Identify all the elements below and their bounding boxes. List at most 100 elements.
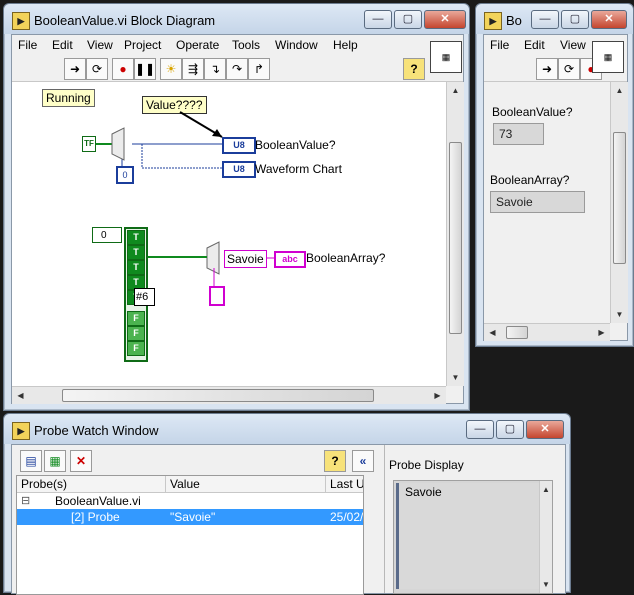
scroll-left-icon[interactable]: ◀ (484, 324, 501, 341)
column-header-probes[interactable]: Probe(s) (17, 476, 166, 492)
maximize-icon[interactable]: ▢ (496, 420, 524, 439)
select-output-string[interactable]: Savoie (224, 250, 267, 268)
delete-probe-icon[interactable]: ✕ (70, 450, 92, 472)
menu-edit[interactable]: Edit (52, 38, 73, 52)
minimize-icon[interactable]: — (466, 420, 494, 439)
probe-list-icon[interactable]: ▦ (44, 450, 66, 472)
diagram-horizontal-scrollbar[interactable]: ◀ ▶ (12, 386, 446, 404)
array-index-display[interactable]: 0 (92, 227, 122, 243)
menu-project[interactable]: Project (124, 38, 161, 52)
scroll-left-icon[interactable]: ◀ (12, 387, 29, 404)
array-element[interactable]: T (127, 260, 145, 275)
maximize-icon[interactable]: ▢ (561, 10, 589, 29)
highlight-execution-icon[interactable]: ☀ (160, 58, 182, 80)
boolean-constant[interactable]: TF (82, 136, 96, 152)
abort-icon[interactable]: ● (112, 58, 134, 80)
front-panel-vertical-scrollbar[interactable]: ▲ ▼ (610, 82, 628, 323)
minimize-icon[interactable]: — (531, 10, 559, 29)
scroll-up-icon[interactable]: ▲ (540, 481, 552, 498)
block-diagram-titlebar[interactable]: ▶ BooleanValue.vi Block Diagram — ▢ ✕ (4, 4, 469, 34)
column-header-last-update[interactable]: Last U (326, 476, 363, 492)
table-row-selected[interactable]: [2] Probe "Savoie" 25/02/ (17, 509, 363, 525)
menu-help[interactable]: Help (333, 38, 358, 52)
new-probe-icon[interactable]: ▤ (20, 450, 42, 472)
probe-watch-window: ▶ Probe Watch Window — ▢ ✕ ▤ ▦ ✕ ? « Pro… (3, 413, 571, 595)
waveform-chart-terminal-label: Waveform Chart (255, 162, 342, 176)
value-cell: "Savoie" (170, 510, 216, 524)
menu-tools[interactable]: Tools (232, 38, 260, 52)
boolean-value-indicator[interactable]: 73 (493, 123, 544, 145)
column-header-value[interactable]: Value (166, 476, 326, 492)
probe-display-title: Probe Display (389, 458, 464, 472)
run-continuously-icon[interactable]: ⟳ (558, 58, 580, 80)
front-panel-titlebar[interactable]: ▶ Bo — ▢ ✕ (476, 4, 633, 34)
boolean-array-terminal[interactable]: abc (274, 251, 306, 268)
probe-display-string[interactable]: Savoie (396, 483, 539, 589)
minimize-icon[interactable]: — (364, 10, 392, 29)
array-element[interactable]: F (127, 326, 145, 341)
scroll-right-icon[interactable]: ▶ (593, 324, 610, 341)
maximize-icon[interactable]: ▢ (394, 10, 422, 29)
close-icon[interactable]: ✕ (424, 10, 466, 29)
pause-icon[interactable]: ❚❚ (134, 58, 156, 80)
context-help-icon[interactable]: ? (403, 58, 425, 80)
array-element[interactable]: T (127, 245, 145, 260)
probe-cell: [2] Probe (71, 510, 120, 524)
menu-file[interactable]: File (490, 38, 509, 52)
boolean-array-indicator[interactable]: Savoie (490, 191, 585, 213)
menu-file[interactable]: File (18, 38, 37, 52)
scroll-up-icon[interactable]: ▲ (611, 82, 628, 99)
diagram-wires (94, 111, 274, 286)
front-panel-window: ▶ Bo — ▢ ✕ File Edit View ➜ ⟳ ● ▦ Boolea… (475, 3, 634, 347)
menu-window[interactable]: Window (275, 38, 318, 52)
scroll-thumb[interactable] (449, 142, 462, 334)
scroll-thumb[interactable] (62, 389, 374, 402)
front-panel-title: Bo (506, 13, 522, 28)
string-index-constant[interactable] (209, 286, 225, 306)
menu-operate[interactable]: Operate (176, 38, 219, 52)
close-icon[interactable]: ✕ (591, 10, 627, 29)
step-out-icon[interactable]: ↱ (248, 58, 270, 80)
array-tip-strip: #6 (134, 288, 155, 306)
run-continuously-icon[interactable]: ⟳ (86, 58, 108, 80)
run-arrow-icon[interactable]: ➜ (64, 58, 86, 80)
block-diagram-toolbar: ➜ ⟳ ● ❚❚ ☀ ⇶ ↴ ↷ ↱ ? (12, 55, 463, 82)
waveform-chart-terminal[interactable]: U8 (222, 161, 256, 178)
boolean-value-terminal-label: BooleanValue? (255, 138, 336, 152)
front-panel-horizontal-scrollbar[interactable]: ◀ ▶ (484, 323, 610, 341)
scroll-down-icon[interactable]: ▼ (540, 576, 552, 593)
run-arrow-icon[interactable]: ➜ (536, 58, 558, 80)
menu-edit[interactable]: Edit (524, 38, 545, 52)
array-element[interactable]: F (127, 311, 145, 326)
block-diagram-client: File Edit View Project Operate Tools Win… (11, 34, 464, 404)
labview-app-icon: ▶ (12, 12, 30, 30)
close-icon[interactable]: ✕ (526, 420, 564, 439)
select-node-1 (111, 127, 125, 161)
menu-view[interactable]: View (560, 38, 586, 52)
scroll-right-icon[interactable]: ▶ (429, 387, 446, 404)
boolean-value-terminal[interactable]: U8 (222, 137, 256, 154)
probe-display-value: Savoie (405, 485, 442, 499)
collapse-display-icon[interactable]: « (352, 450, 374, 472)
diagram-vertical-scrollbar[interactable]: ▲ ▼ (446, 82, 464, 386)
scroll-thumb[interactable] (613, 132, 626, 264)
table-row[interactable]: ⊟ BooleanValue.vi (17, 493, 363, 509)
scroll-thumb[interactable] (506, 326, 528, 339)
tree-expander-icon[interactable]: ⊟ (21, 494, 30, 507)
array-constant[interactable]: 0 T T T T T F F F #6 (92, 227, 155, 362)
step-over-icon[interactable]: ↷ (226, 58, 248, 80)
scroll-down-icon[interactable]: ▼ (447, 369, 464, 386)
help-icon[interactable]: ? (324, 450, 346, 472)
array-element[interactable]: F (127, 341, 145, 356)
array-element[interactable]: T (127, 230, 145, 245)
index-constant[interactable]: 0 (116, 166, 134, 184)
retain-wire-values-icon[interactable]: ⇶ (182, 58, 204, 80)
menu-view[interactable]: View (87, 38, 113, 52)
probe-watch-titlebar[interactable]: ▶ Probe Watch Window — ▢ ✕ (4, 414, 570, 444)
step-into-icon[interactable]: ↴ (204, 58, 226, 80)
probe-display-scrollbar[interactable]: ▲ ▼ (539, 481, 552, 593)
scroll-down-icon[interactable]: ▼ (611, 306, 628, 323)
select-node-2 (206, 241, 220, 275)
diagram-canvas[interactable]: Running Value???? TF 0 U8 BooleanValue? … (12, 82, 446, 386)
scroll-up-icon[interactable]: ▲ (447, 82, 464, 99)
